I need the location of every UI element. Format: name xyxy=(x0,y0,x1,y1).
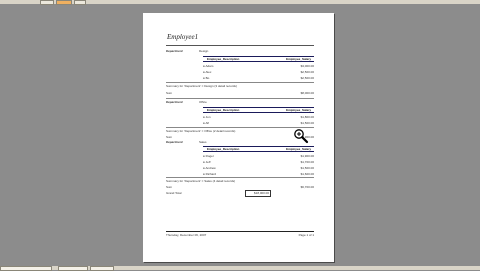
column-header-bar: Employee_Description Employee_Salary xyxy=(203,146,314,152)
list-item: ● Andrew xyxy=(203,166,216,170)
group-divider xyxy=(166,82,314,83)
group-divider xyxy=(166,127,314,128)
sum-value: $6,700.00 xyxy=(300,185,314,189)
column-header-bar: Employee_Description Employee_Salary xyxy=(203,56,314,62)
list-item: ● Alex xyxy=(203,70,212,74)
list-item: ● Bo xyxy=(203,76,210,80)
column-header-description: Employee_Description xyxy=(207,108,240,112)
salary-value: $1,800.00 xyxy=(300,115,314,119)
employee-name: Richard xyxy=(205,172,216,176)
toolbar-strip xyxy=(0,0,480,4)
toolbar-button[interactable] xyxy=(74,0,86,5)
column-header-bar: Employee_Description Employee_Salary xyxy=(203,107,314,113)
employee-name: Jeff xyxy=(205,160,211,164)
employee-name: Alf xyxy=(205,121,209,125)
group-value: Sales xyxy=(199,140,207,144)
list-item: ● Jon xyxy=(203,115,211,119)
footer-date: Thursday, December 06, 2007 xyxy=(166,233,207,237)
list-item: ● Adam xyxy=(203,64,214,68)
toolbar-button-active[interactable] xyxy=(56,0,72,5)
group-summary: Summary for 'Department' = Design (3 det… xyxy=(166,84,237,88)
taskbar-tab[interactable] xyxy=(90,266,114,271)
column-header-description: Employee_Description xyxy=(207,147,240,151)
employee-name: Bo xyxy=(205,76,210,80)
group-label: Department xyxy=(166,100,183,104)
list-item: ● Jeff xyxy=(203,160,211,164)
zoom-in-magnifier-icon xyxy=(294,129,309,144)
list-item: ● Roger xyxy=(203,154,214,158)
grand-total-label: Grand Total xyxy=(166,191,182,195)
group-divider xyxy=(166,177,314,178)
employee-name: Roger xyxy=(205,154,214,158)
toolbar-button[interactable] xyxy=(40,0,54,5)
title-divider xyxy=(166,45,314,46)
group-summary: Summary for 'Department' = Office (2 det… xyxy=(166,129,236,133)
employee-name: Adam xyxy=(205,64,214,68)
salary-value: $2,500.00 xyxy=(300,76,314,80)
salary-value: $2,500.00 xyxy=(300,70,314,74)
report-title: Employee1 xyxy=(167,33,199,41)
column-header-salary: Employee_Salary xyxy=(286,147,311,151)
salary-value: $1,700.00 xyxy=(300,160,314,164)
footer-page-number: Page 1 of 1 xyxy=(298,233,314,237)
sum-label: Sum xyxy=(166,91,173,95)
grand-total-box: $18,000.00 xyxy=(245,190,271,197)
salary-value: $1,500.00 xyxy=(300,121,314,125)
employee-name: Jon xyxy=(205,115,211,119)
sum-label: Sum xyxy=(166,185,173,189)
group-value: Office xyxy=(199,100,207,104)
salary-value: $1,600.00 xyxy=(300,172,314,176)
group-label: Department xyxy=(166,140,183,144)
sum-value: $8,000.00 xyxy=(300,91,314,95)
sum-label: Sum xyxy=(166,135,173,139)
group-value: Design xyxy=(199,49,209,53)
column-header-salary: Employee_Salary xyxy=(286,108,311,112)
employee-name: Alex xyxy=(205,70,212,74)
group-summary: Summary for 'Department' = Sales (4 deta… xyxy=(166,179,236,183)
employee-name: Andrew xyxy=(205,166,216,170)
salary-value: $1,900.00 xyxy=(300,154,314,158)
footer-divider xyxy=(166,231,314,232)
salary-value: $1,500.00 xyxy=(300,166,314,170)
grand-total-value: $18,000.00 xyxy=(253,191,269,195)
taskbar-tab[interactable] xyxy=(0,266,52,271)
taskbar-tab[interactable] xyxy=(58,266,88,271)
list-item: ● Richard xyxy=(203,172,216,176)
group-divider xyxy=(166,98,314,99)
group-label: Department xyxy=(166,49,183,53)
list-item: ● Alf xyxy=(203,121,209,125)
column-header-salary: Employee_Salary xyxy=(286,57,311,61)
salary-value: $3,000.00 xyxy=(300,64,314,68)
column-header-description: Employee_Description xyxy=(207,57,240,61)
